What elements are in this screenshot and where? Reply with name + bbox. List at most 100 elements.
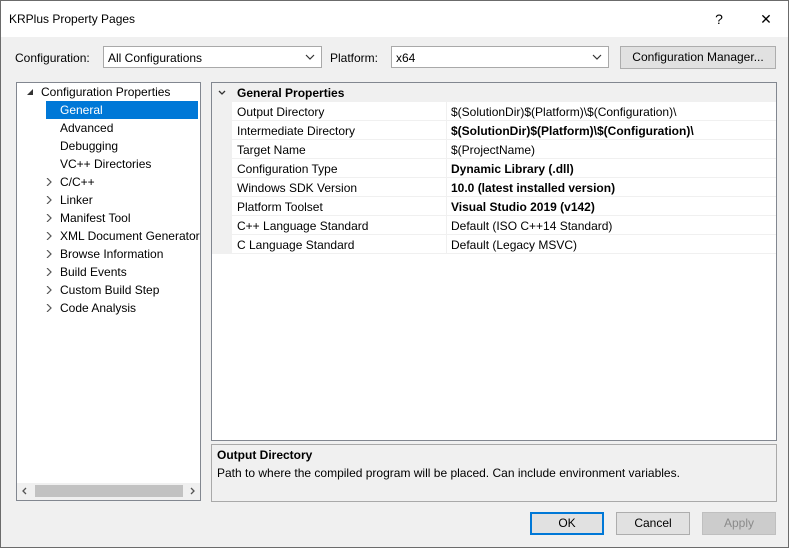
- property-row[interactable]: Intermediate Directory $(SolutionDir)$(Pl…: [212, 121, 776, 140]
- expand-icon[interactable]: [45, 304, 53, 312]
- property-value[interactable]: Visual Studio 2019 (v142): [451, 200, 595, 214]
- configuration-label: Configuration:: [15, 51, 90, 65]
- tree-item-code-analysis[interactable]: Code Analysis: [17, 299, 200, 317]
- property-name: C++ Language Standard: [237, 219, 369, 233]
- row-gutter: [212, 197, 232, 216]
- chevron-down-icon: [305, 54, 315, 60]
- tree-item-label: XML Document Generator: [60, 229, 200, 243]
- section-header[interactable]: General Properties: [212, 83, 776, 102]
- property-name: Target Name: [237, 143, 306, 157]
- expand-icon[interactable]: [45, 178, 53, 186]
- property-grid: General Properties Output Directory $(Sol…: [211, 82, 777, 441]
- platform-dropdown[interactable]: x64: [391, 46, 609, 68]
- apply-button[interactable]: Apply: [702, 512, 776, 535]
- description-panel: Output Directory Path to where the compi…: [211, 444, 777, 502]
- scroll-left-icon[interactable]: [20, 486, 30, 496]
- platform-value: x64: [396, 51, 416, 65]
- expand-icon[interactable]: [45, 286, 53, 294]
- tree-item-build-events[interactable]: Build Events: [17, 263, 200, 281]
- property-name: Configuration Type: [237, 162, 338, 176]
- tree-item-label: Browse Information: [60, 247, 164, 261]
- tree-item-label: General: [60, 103, 103, 117]
- window-title: KRPlus Property Pages: [9, 12, 136, 26]
- property-tree: Configuration Properties General Advanced…: [16, 82, 201, 501]
- configuration-value: All Configurations: [108, 51, 203, 65]
- row-gutter: [212, 216, 232, 235]
- property-pages-dialog: KRPlus Property Pages ? ✕ Configuration:…: [0, 0, 789, 548]
- property-value[interactable]: $(SolutionDir)$(Platform)\$(Configuratio…: [451, 124, 694, 138]
- property-name: Platform Toolset: [237, 200, 323, 214]
- ok-button[interactable]: OK: [530, 512, 604, 535]
- scroll-right-icon[interactable]: [187, 486, 197, 496]
- property-value[interactable]: $(SolutionDir)$(Platform)\$(Configuratio…: [451, 105, 676, 119]
- chevron-down-icon[interactable]: [217, 88, 227, 98]
- column-divider[interactable]: [446, 216, 447, 235]
- description-text: Path to where the compiled program will …: [217, 466, 680, 480]
- row-gutter: [212, 235, 232, 254]
- section-title: General Properties: [237, 86, 345, 100]
- property-name: Windows SDK Version: [237, 181, 358, 195]
- tree-item-label: Linker: [60, 193, 93, 207]
- property-row[interactable]: Windows SDK Version 10.0 (latest installe…: [212, 178, 776, 197]
- description-title: Output Directory: [217, 448, 313, 462]
- property-row[interactable]: C Language Standard Default (Legacy MSVC): [212, 235, 776, 254]
- column-divider[interactable]: [446, 140, 447, 159]
- tree-item-custom-build-step[interactable]: Custom Build Step: [17, 281, 200, 299]
- tree-item-label: Custom Build Step: [60, 283, 160, 297]
- column-divider[interactable]: [446, 159, 447, 178]
- expand-icon[interactable]: [45, 232, 53, 240]
- tree-item-vc-directories[interactable]: VC++ Directories: [17, 155, 200, 173]
- column-divider[interactable]: [446, 197, 447, 216]
- expand-icon[interactable]: [45, 268, 53, 276]
- property-value[interactable]: Default (ISO C++14 Standard): [451, 219, 612, 233]
- tree-horizontal-scrollbar[interactable]: [17, 483, 200, 500]
- collapse-icon[interactable]: [26, 88, 34, 96]
- tree-item-configuration-properties[interactable]: Configuration Properties: [17, 83, 200, 101]
- expand-icon[interactable]: [45, 214, 53, 222]
- tree-item-label: Advanced: [60, 121, 114, 135]
- tree-item-debugging[interactable]: Debugging: [17, 137, 200, 155]
- row-gutter: [212, 102, 232, 121]
- row-gutter: [212, 178, 232, 197]
- tree-item-c-c-[interactable]: C/C++: [17, 173, 200, 191]
- tree-item-xml-document-generator[interactable]: XML Document Generator: [17, 227, 200, 245]
- tree-item-label: Build Events: [60, 265, 127, 279]
- property-row[interactable]: Configuration Type Dynamic Library (.dll): [212, 159, 776, 178]
- tree-item-general[interactable]: General: [46, 101, 198, 119]
- platform-label: Platform:: [330, 51, 379, 65]
- tree-item-label: Debugging: [60, 139, 119, 153]
- tree-item-label: Configuration Properties: [41, 85, 171, 99]
- row-gutter: [212, 159, 232, 178]
- configuration-dropdown[interactable]: All Configurations: [103, 46, 322, 68]
- scrollbar-thumb[interactable]: [35, 485, 183, 497]
- property-row[interactable]: Platform Toolset Visual Studio 2019 (v142…: [212, 197, 776, 216]
- property-row[interactable]: Output Directory $(SolutionDir)$(Platform…: [212, 102, 776, 121]
- tree-item-browse-information[interactable]: Browse Information: [17, 245, 200, 263]
- row-gutter: [212, 140, 232, 159]
- column-divider[interactable]: [446, 121, 447, 140]
- close-button[interactable]: ✕: [756, 9, 776, 29]
- tree-item-label: C/C++: [60, 175, 95, 189]
- column-divider[interactable]: [446, 178, 447, 197]
- property-row[interactable]: C++ Language Standard Default (ISO C++14 …: [212, 216, 776, 235]
- help-button[interactable]: ?: [709, 9, 729, 29]
- property-value[interactable]: $(ProjectName): [451, 143, 535, 157]
- property-row[interactable]: Target Name $(ProjectName): [212, 140, 776, 159]
- tree-item-label: Code Analysis: [60, 301, 137, 315]
- property-value[interactable]: 10.0 (latest installed version): [451, 181, 615, 195]
- expand-icon[interactable]: [45, 196, 53, 204]
- property-name: Intermediate Directory: [237, 124, 356, 138]
- column-divider[interactable]: [446, 102, 447, 121]
- tree-item-advanced[interactable]: Advanced: [17, 119, 200, 137]
- tree-item-linker[interactable]: Linker: [17, 191, 200, 209]
- column-divider[interactable]: [446, 235, 447, 254]
- configuration-manager-button[interactable]: Configuration Manager...: [620, 46, 776, 69]
- tree-item-manifest-tool[interactable]: Manifest Tool: [17, 209, 200, 227]
- property-name: C Language Standard: [237, 238, 355, 252]
- property-value[interactable]: Default (Legacy MSVC): [451, 238, 577, 252]
- tree-item-label: Manifest Tool: [60, 211, 131, 225]
- cancel-button[interactable]: Cancel: [616, 512, 690, 535]
- tree-item-label: VC++ Directories: [60, 157, 152, 171]
- property-value[interactable]: Dynamic Library (.dll): [451, 162, 574, 176]
- expand-icon[interactable]: [45, 250, 53, 258]
